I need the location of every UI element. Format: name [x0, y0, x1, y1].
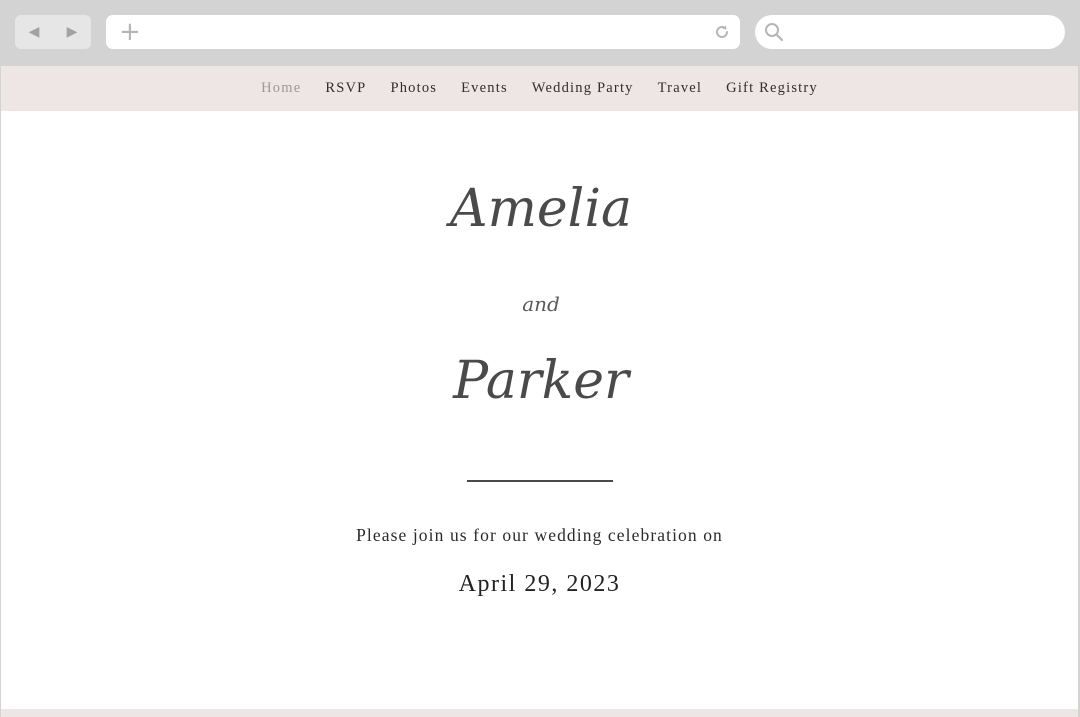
nav-item-wedding-party[interactable]: Wedding Party [532, 80, 634, 97]
name-conjunction: and [522, 292, 560, 316]
history-buttons: ◀ ▶ [15, 15, 91, 49]
back-arrow-icon[interactable]: ◀ [29, 25, 40, 39]
reload-icon[interactable] [712, 22, 732, 42]
nav-item-rsvp[interactable]: RSVP [325, 80, 366, 97]
search-icon [765, 23, 784, 42]
address-bar[interactable]: + [106, 15, 740, 49]
divider-line [467, 480, 613, 482]
couple-names: Amelia and Parker [446, 179, 632, 411]
name-two: Parker [452, 351, 632, 411]
nav-item-travel[interactable]: Travel [658, 80, 703, 97]
search-input[interactable] [791, 19, 1055, 47]
wedding-site-page: Home RSVP Photos Events Wedding Party Tr… [1, 66, 1078, 717]
plus-icon[interactable]: + [119, 18, 141, 46]
forward-arrow-icon[interactable]: ▶ [67, 25, 78, 39]
browser-search-bar [755, 15, 1065, 49]
invite-text: Please join us for our wedding celebrati… [356, 525, 723, 545]
nav-item-photos[interactable]: Photos [390, 80, 437, 97]
nav-item-home[interactable]: Home [261, 80, 301, 97]
site-nav: Home RSVP Photos Events Wedding Party Tr… [1, 66, 1078, 111]
wedding-date: April 29, 2023 [458, 571, 621, 597]
nav-item-events[interactable]: Events [461, 80, 508, 97]
name-one: Amelia [446, 179, 632, 239]
nav-item-gift-registry[interactable]: Gift Registry [726, 80, 818, 97]
bottom-strip [1, 709, 1078, 717]
browser-toolbar: ◀ ▶ + [0, 0, 1080, 66]
